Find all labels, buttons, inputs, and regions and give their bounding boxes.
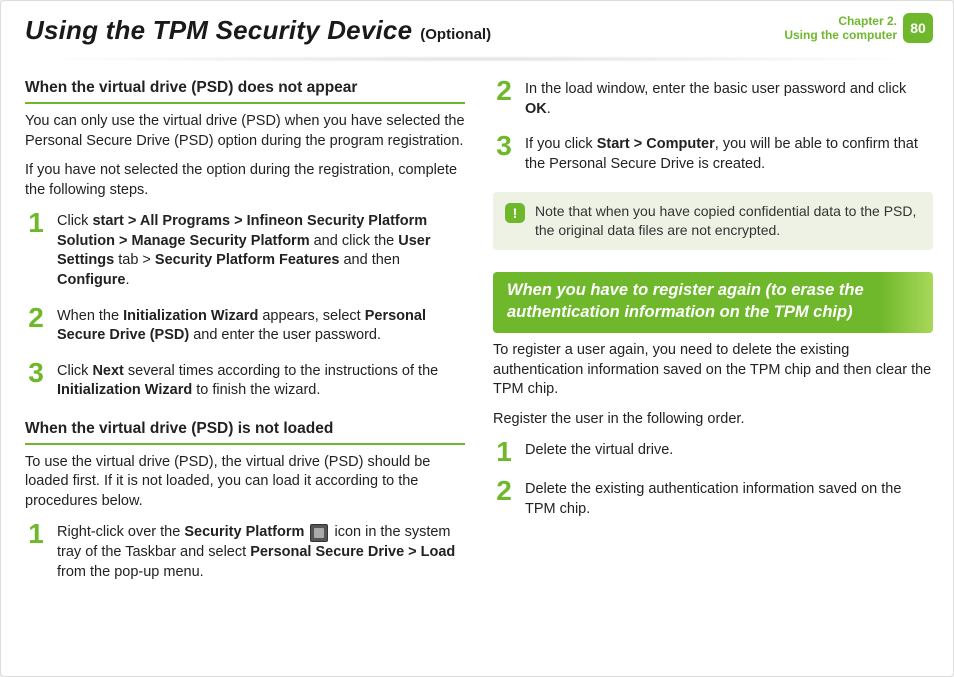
paragraph: To use the virtual drive (PSD), the virt… bbox=[25, 453, 465, 512]
paragraph: To register a user again, you need to de… bbox=[493, 341, 933, 400]
bold-run: Next bbox=[92, 363, 123, 379]
page-subtitle: (Optional) bbox=[420, 25, 491, 45]
bold-run: Configure bbox=[57, 272, 125, 288]
text-run: When the bbox=[57, 308, 123, 324]
step-text: Right-click over the Security Platform i… bbox=[57, 521, 465, 582]
bold-run: Security Platform bbox=[184, 524, 304, 540]
paragraph: You can only use the virtual drive (PSD)… bbox=[25, 112, 465, 151]
page-number-badge: 80 bbox=[903, 13, 933, 43]
bold-run: OK bbox=[525, 101, 547, 117]
text-run: . bbox=[547, 101, 551, 117]
subheading-psd-not-loaded: When the virtual drive (PSD) is not load… bbox=[25, 419, 465, 445]
chapter-line-1: Chapter 2. bbox=[784, 14, 897, 28]
step: 2 In the load window, enter the basic use… bbox=[493, 78, 933, 119]
text-run: Delete the virtual drive. bbox=[525, 442, 673, 458]
tray-icon bbox=[310, 524, 328, 542]
text-run: Delete the existing authentication infor… bbox=[525, 481, 901, 517]
subheading-psd-not-appear: When the virtual drive (PSD) does not ap… bbox=[25, 78, 465, 104]
step: 2 When the Initialization Wizard appears,… bbox=[25, 305, 465, 346]
text-run: to finish the wizard. bbox=[192, 382, 320, 398]
chapter-block: Chapter 2. Using the computer 80 bbox=[784, 13, 933, 43]
step-number: 1 bbox=[25, 210, 47, 235]
step-number: 3 bbox=[493, 133, 515, 158]
step-text: Delete the virtual drive. bbox=[525, 439, 933, 461]
text-run bbox=[304, 524, 308, 540]
step: 3 If you click Start > Computer, you will… bbox=[493, 133, 933, 174]
right-column: 2 In the load window, enter the basic use… bbox=[493, 78, 933, 600]
text-run: and enter the user password. bbox=[189, 327, 381, 343]
step-text: If you click Start > Computer, you will … bbox=[525, 133, 933, 174]
steps-list: 1 Click start > All Programs > Infineon S… bbox=[25, 210, 465, 401]
note-box: ! Note that when you have copied confide… bbox=[493, 192, 933, 250]
alert-icon: ! bbox=[505, 203, 525, 223]
text-run: and then bbox=[339, 252, 399, 268]
step-number: 3 bbox=[25, 360, 47, 385]
steps-list: 2 In the load window, enter the basic use… bbox=[493, 78, 933, 174]
paragraph: Register the user in the following order… bbox=[493, 410, 933, 430]
page: Using the TPM Security Device (Optional)… bbox=[0, 0, 954, 677]
bold-run: Start > Computer bbox=[597, 136, 715, 152]
step: 1 Right-click over the Security Platform … bbox=[25, 521, 465, 582]
step-number: 1 bbox=[493, 439, 515, 464]
step-number: 2 bbox=[493, 78, 515, 103]
text-run: and click the bbox=[310, 233, 399, 249]
bold-run: Personal Secure Drive > Load bbox=[250, 544, 455, 560]
text-run: several times according to the instructi… bbox=[124, 363, 438, 379]
header: Using the TPM Security Device (Optional)… bbox=[25, 13, 933, 48]
step: 2 Delete the existing authentication info… bbox=[493, 478, 933, 519]
step: 1 Click start > All Programs > Infineon S… bbox=[25, 210, 465, 290]
text-run: . bbox=[125, 272, 129, 288]
steps-list: 1 Right-click over the Security Platform … bbox=[25, 521, 465, 582]
step-text: Click Next several times according to th… bbox=[57, 360, 465, 401]
title-block: Using the TPM Security Device (Optional) bbox=[25, 13, 491, 48]
divider-shadow bbox=[25, 56, 933, 62]
step: 3 Click Next several times according to t… bbox=[25, 360, 465, 401]
text-run: from the pop-up menu. bbox=[57, 564, 204, 580]
text-run: If you click bbox=[525, 136, 597, 152]
step-text: Delete the existing authentication infor… bbox=[525, 478, 933, 519]
bold-run: Security Platform Features bbox=[155, 252, 340, 268]
bold-run: Initialization Wizard bbox=[123, 308, 258, 324]
text-run: Right-click over the bbox=[57, 524, 184, 540]
page-title: Using the TPM Security Device bbox=[25, 13, 412, 48]
text-run: In the load window, enter the basic user… bbox=[525, 81, 906, 97]
text-run: Click bbox=[57, 213, 92, 229]
columns: When the virtual drive (PSD) does not ap… bbox=[25, 78, 933, 600]
step-number: 1 bbox=[25, 521, 47, 546]
text-run: tab > bbox=[114, 252, 155, 268]
step-text: In the load window, enter the basic user… bbox=[525, 78, 933, 119]
step-text: When the Initialization Wizard appears, … bbox=[57, 305, 465, 346]
section-banner-register-again: When you have to register again (to eras… bbox=[493, 272, 933, 333]
step-number: 2 bbox=[493, 478, 515, 503]
text-run: Click bbox=[57, 363, 92, 379]
steps-list: 1 Delete the virtual drive. 2 Delete the ex… bbox=[493, 439, 933, 519]
paragraph: If you have not selected the option duri… bbox=[25, 161, 465, 200]
text-run: appears, select bbox=[258, 308, 364, 324]
step-number: 2 bbox=[25, 305, 47, 330]
note-text: Note that when you have copied confident… bbox=[535, 202, 921, 240]
left-column: When the virtual drive (PSD) does not ap… bbox=[25, 78, 465, 600]
step-text: Click start > All Programs > Infineon Se… bbox=[57, 210, 465, 290]
bold-run: Initialization Wizard bbox=[57, 382, 192, 398]
step: 1 Delete the virtual drive. bbox=[493, 439, 933, 464]
chapter-text: Chapter 2. Using the computer bbox=[784, 14, 897, 43]
chapter-line-2: Using the computer bbox=[784, 28, 897, 42]
